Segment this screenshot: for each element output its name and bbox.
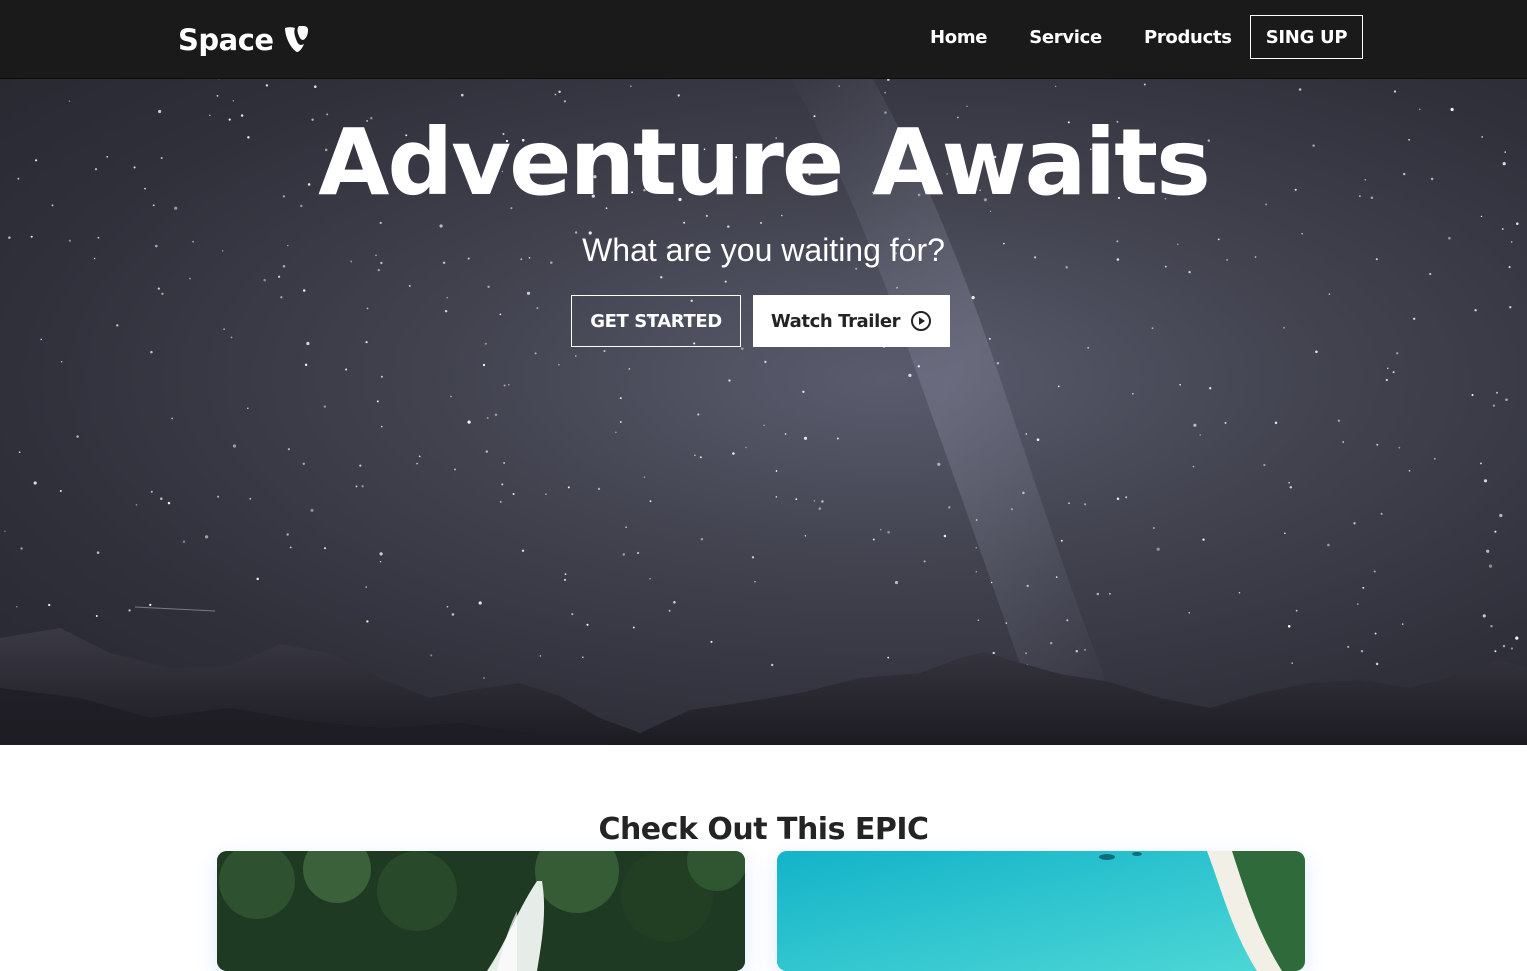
logo-text: Space	[178, 23, 274, 57]
typo3-logo-icon	[282, 25, 310, 55]
section-title: Check Out This EPIC	[598, 812, 929, 847]
waterfall-image	[217, 851, 745, 971]
nav-links: Home Service Products	[930, 26, 1232, 50]
hero-subtitle: What are you waiting for?	[582, 232, 945, 268]
hero-title: Adventure Awaits	[318, 109, 1211, 216]
watch-trailer-button[interactable]: Watch Trailer	[753, 295, 950, 347]
navbar: Space Home Service Products SING UP	[0, 0, 1527, 78]
card-beach[interactable]	[777, 851, 1305, 971]
signup-button[interactable]: SING UP	[1250, 15, 1363, 59]
nav-link-home[interactable]: Home	[930, 26, 988, 50]
card-waterfall[interactable]	[217, 851, 745, 971]
beach-image	[777, 851, 1305, 971]
play-circle-icon	[910, 310, 932, 332]
hero-section: Adventure Awaits What are you waiting fo…	[0, 78, 1527, 745]
get-started-button[interactable]: GET STARTED	[571, 295, 741, 347]
logo-link[interactable]: Space	[178, 20, 310, 60]
nav-link-products[interactable]: Products	[1144, 26, 1232, 50]
nav-link-service[interactable]: Service	[1029, 26, 1102, 50]
watch-trailer-label: Watch Trailer	[770, 310, 901, 332]
